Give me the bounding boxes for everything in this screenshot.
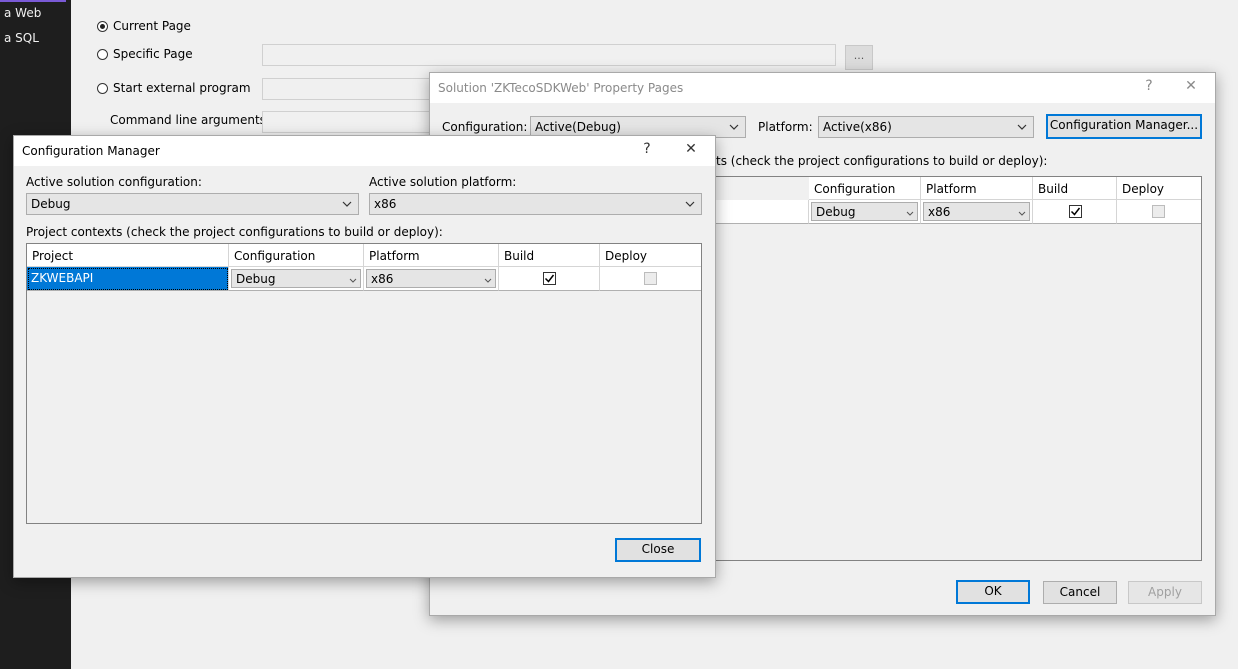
row-platform-dropdown[interactable]: x86 [366,269,496,288]
checkmark-icon [1070,207,1081,216]
title-bar: Configuration Manager ? ✕ [14,136,715,166]
chevron-down-icon [349,274,357,288]
column-header-build: Build [1033,177,1117,200]
column-header-platform: Platform [921,177,1033,200]
column-header-build: Build [499,244,600,267]
active-solution-platform-label: Active solution platform: [369,175,517,189]
deploy-checkbox[interactable] [644,272,657,285]
active-solution-platform-dropdown[interactable]: x86 [369,193,702,215]
configuration-label: Configuration: [442,120,528,134]
row-platform-value: x86 [371,272,394,286]
column-header-label: Deploy [605,249,648,263]
radio-label: Start external program [113,81,251,95]
column-header-platform: Platform [364,244,499,267]
column-header-deploy: Deploy [600,244,701,267]
configuration-manager-button[interactable]: Configuration Manager... [1046,114,1202,139]
column-header-label: Project [32,249,74,263]
platform-dropdown[interactable]: Active(x86) [818,116,1034,138]
row-platform-cell[interactable]: x86 [921,200,1033,224]
configuration-manager-dialog: Configuration Manager ? ✕ Active solutio… [13,135,716,578]
column-header-label: Build [504,249,535,263]
specific-page-input[interactable] [262,44,836,66]
apply-button[interactable]: Apply [1128,581,1202,604]
radio-label: Specific Page [113,47,193,61]
row-configuration-dropdown[interactable]: Debug [811,202,918,221]
ok-button[interactable]: OK [956,580,1030,604]
row-deploy-cell [1117,200,1201,224]
active-platform-value: x86 [374,197,397,211]
cancel-button[interactable]: Cancel [1043,581,1117,604]
platform-value: Active(x86) [823,120,892,134]
radio-button-icon[interactable] [97,82,108,94]
column-header-label: Configuration [234,249,316,263]
close-icon[interactable]: ✕ [681,141,701,157]
row-platform-dropdown[interactable]: x86 [923,202,1030,221]
row-platform-cell[interactable]: x86 [364,267,499,291]
radio-button-icon[interactable] [97,20,108,32]
row-configuration-value: Debug [236,272,276,286]
project-contexts-label: Project contexts (check the project conf… [26,225,443,239]
sidebar-accent-bar [0,0,66,2]
dialog-title: Configuration Manager [22,144,160,158]
sidebar-item-web[interactable]: a Web [4,6,41,20]
row-project-cell[interactable]: ZKWEBAPI [27,267,229,291]
configuration-value: Active(Debug) [535,120,621,134]
column-header-label: Platform [926,182,977,196]
platform-label: Platform: [758,120,813,134]
chevron-down-icon [341,197,353,211]
chevron-down-icon [484,274,492,288]
column-header-project: Project [27,244,229,267]
row-deploy-cell [600,267,701,291]
row-build-cell [1033,200,1117,224]
row-configuration-cell[interactable]: Debug [229,267,364,291]
active-configuration-value: Debug [31,197,71,211]
command-line-arguments-input[interactable] [262,111,432,133]
close-button[interactable]: Close [615,538,701,562]
external-program-input[interactable] [262,78,432,100]
chevron-down-icon [1018,207,1026,221]
chevron-down-icon [728,120,740,134]
column-header-label: Deploy [1122,182,1165,196]
active-solution-configuration-dropdown[interactable]: Debug [26,193,359,215]
column-header-label: Platform [369,249,420,263]
column-header-label: Configuration [814,182,896,196]
build-checkbox[interactable] [1069,205,1082,218]
project-contexts-label: ts (check the project configurations to … [716,154,1048,168]
close-icon[interactable]: ✕ [1181,78,1201,94]
project-name: ZKWEBAPI [31,271,94,285]
dialog-title: Solution 'ZKTecoSDKWeb' Property Pages [438,81,684,95]
radio-label: Current Page [113,19,191,33]
column-header-label: Build [1038,182,1069,196]
deploy-checkbox[interactable] [1152,205,1165,218]
row-platform-value: x86 [928,205,951,219]
command-line-arguments-label: Command line arguments [110,113,266,127]
help-icon[interactable]: ? [1139,78,1159,94]
radio-button-icon[interactable] [97,48,108,60]
browse-button[interactable]: ... [845,45,873,70]
row-build-cell [499,267,600,291]
column-header-configuration: Configuration [809,177,921,200]
radio-start-external-program[interactable]: Start external program [97,81,251,95]
active-solution-configuration-label: Active solution configuration: [26,175,202,189]
title-bar: Solution 'ZKTecoSDKWeb' Property Pages ?… [430,73,1215,103]
chevron-down-icon [906,207,914,221]
column-header-configuration: Configuration [229,244,364,267]
row-configuration-cell[interactable]: Debug [809,200,921,224]
radio-specific-page[interactable]: Specific Page [97,47,193,61]
sidebar-item-sql[interactable]: a SQL [4,31,39,45]
row-configuration-value: Debug [816,205,856,219]
checkmark-icon [544,274,555,283]
column-header-deploy: Deploy [1117,177,1201,200]
radio-current-page[interactable]: Current Page [97,19,191,33]
row-configuration-dropdown[interactable]: Debug [231,269,361,288]
chevron-down-icon [684,197,696,211]
help-icon[interactable]: ? [637,141,657,157]
project-contexts-grid: Project Configuration Platform Build Dep… [26,243,702,524]
build-checkbox[interactable] [543,272,556,285]
chevron-down-icon [1016,120,1028,134]
